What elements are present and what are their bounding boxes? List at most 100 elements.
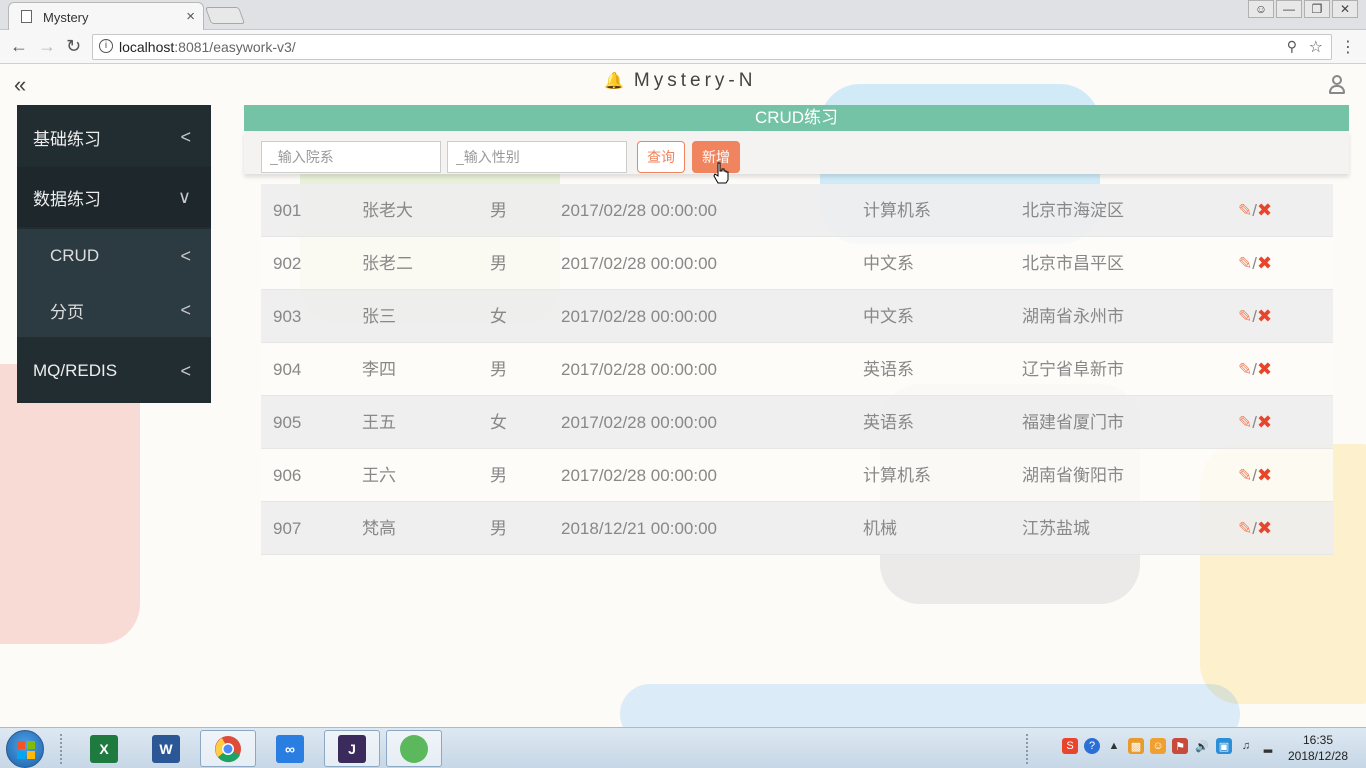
background-decoration — [0, 364, 140, 644]
taskbar-app-excel[interactable]: X — [76, 730, 132, 767]
edit-icon[interactable]: ✎ — [1238, 519, 1252, 538]
delete-icon[interactable]: ✖ — [1257, 306, 1272, 326]
edit-icon[interactable]: ✎ — [1238, 254, 1252, 273]
star-icon[interactable]: ☆ — [1309, 37, 1323, 57]
sidebar: 基础练习 < 数据练习 ∨ CRUD < 分页 < MQ/REDIS < — [17, 105, 211, 403]
cell-name: 张老二 — [362, 254, 413, 273]
edit-icon[interactable]: ✎ — [1238, 201, 1252, 220]
new-tab-button[interactable] — [204, 7, 246, 24]
help-icon[interactable]: ? — [1084, 738, 1100, 754]
excel-icon: X — [90, 734, 118, 763]
cell-sex: 女 — [490, 307, 507, 326]
delete-icon[interactable]: ✖ — [1257, 465, 1272, 485]
sidebar-item-basic-practice[interactable]: 基础练习 < — [17, 107, 211, 167]
sidebar-item-label: MQ/REDIS — [33, 361, 118, 380]
forward-icon[interactable]: → — [38, 36, 56, 57]
signal-icon[interactable]: ▂ — [1260, 738, 1276, 754]
brand-text: Mystery-N — [633, 70, 757, 91]
edit-icon[interactable]: ✎ — [1238, 307, 1252, 326]
cell-sex: 男 — [490, 360, 507, 379]
delete-icon[interactable]: ✖ — [1257, 518, 1272, 538]
cell-id: 904 — [273, 360, 302, 379]
tab-title: Mystery — [43, 10, 89, 25]
cell-name: 王五 — [362, 413, 396, 432]
sidebar-submenu: CRUD < 分页 < — [17, 229, 211, 337]
windows-logo-icon — [17, 741, 35, 759]
edit-icon[interactable]: ✎ — [1238, 466, 1252, 485]
url-text[interactable]: localhost:8081/easywork-v3/ — [119, 39, 296, 55]
sogou-input-icon[interactable]: S — [1062, 738, 1078, 754]
delete-icon[interactable]: ✖ — [1257, 359, 1272, 379]
cell-address: 福建省厦门市 — [1022, 413, 1124, 432]
cell-id: 902 — [273, 254, 302, 273]
network-warning-icon[interactable]: ⚑ — [1172, 738, 1188, 754]
sidebar-item-label: 分页 — [50, 302, 84, 322]
taskbar-app-green-ball[interactable] — [386, 730, 442, 767]
browser-tab[interactable]: Mystery × — [8, 2, 204, 30]
panel-title: CRUD练习 — [244, 105, 1349, 131]
browser-toolbar: ← → ↻ i localhost:8081/easywork-v3/ ⚲ ☆ … — [0, 30, 1366, 64]
cell-id: 901 — [273, 201, 302, 220]
edit-icon[interactable]: ✎ — [1238, 413, 1252, 432]
address-bar[interactable]: i localhost:8081/easywork-v3/ ⚲ ☆ — [92, 34, 1332, 60]
table-row: 907 梵高 男 2018/12/21 00:00:00 机械 江苏盐城 ✎/✖ — [261, 502, 1333, 555]
cell-name: 张三 — [362, 307, 396, 326]
back-icon[interactable]: ← — [10, 36, 28, 57]
edit-icon[interactable]: ✎ — [1238, 360, 1252, 379]
table-row: 901 张老大 男 2017/02/28 00:00:00 计算机系 北京市海淀… — [261, 184, 1333, 237]
cell-date: 2017/02/28 00:00:00 — [561, 466, 717, 485]
add-button[interactable]: 新增 — [692, 141, 740, 173]
taskbar-app-chrome[interactable] — [200, 730, 256, 767]
cell-id: 903 — [273, 307, 302, 326]
menu-icon[interactable]: ⋮ — [1340, 37, 1356, 57]
cell-department: 计算机系 — [863, 201, 931, 220]
sidebar-item-label: 基础练习 — [33, 129, 101, 149]
delete-icon[interactable]: ✖ — [1257, 200, 1272, 220]
query-button[interactable]: 查询 — [637, 141, 685, 173]
taskbar-app-java-ee-ide[interactable]: J — [324, 730, 380, 767]
cell-date: 2018/12/21 00:00:00 — [561, 519, 717, 538]
user-icon[interactable] — [1328, 75, 1346, 95]
tray-app-icon[interactable]: ☺ — [1150, 738, 1166, 754]
tab-close-icon[interactable]: × — [186, 8, 195, 25]
zoom-icon[interactable]: ⚲ — [1287, 38, 1297, 55]
reload-icon[interactable]: ↻ — [66, 36, 81, 57]
table-row: 902 张老二 男 2017/02/28 00:00:00 中文系 北京市昌平区… — [261, 237, 1333, 290]
taskbar: X W ∞ J S ? ▲ ▩ ☺ ⚑ 🔊 ▣ ♫ ▂ 16:35 2018/1… — [0, 727, 1366, 768]
cell-department: 计算机系 — [863, 466, 931, 485]
clock-date: 2018/12/28 — [1287, 749, 1349, 763]
info-icon[interactable]: i — [99, 39, 113, 53]
cell-sex: 男 — [490, 519, 507, 538]
tray-app-icon[interactable]: ▩ — [1128, 738, 1144, 754]
sidebar-collapse-button[interactable]: « — [14, 72, 26, 98]
tray-app-icon[interactable]: ▣ — [1216, 738, 1232, 754]
table-row: 906 王六 男 2017/02/28 00:00:00 计算机系 湖南省衡阳市… — [261, 449, 1333, 502]
sex-input[interactable] — [447, 141, 627, 173]
delete-icon[interactable]: ✖ — [1257, 253, 1272, 273]
cell-sex: 男 — [490, 254, 507, 273]
sidebar-item-crud[interactable]: CRUD < — [17, 229, 211, 283]
sidebar-item-pagination[interactable]: 分页 < — [17, 283, 211, 337]
row-actions: ✎/✖ — [1238, 290, 1272, 343]
taskbar-app-word[interactable]: W — [138, 730, 194, 767]
sidebar-item-data-practice[interactable]: 数据练习 ∨ — [17, 167, 211, 227]
cell-date: 2017/02/28 00:00:00 — [561, 360, 717, 379]
department-input[interactable] — [261, 141, 441, 173]
profile-icon[interactable]: ☺ — [1248, 0, 1274, 18]
minimize-icon[interactable]: — — [1276, 0, 1302, 18]
tray-expand-icon[interactable]: ▲ — [1106, 738, 1122, 754]
window-close-icon[interactable]: ✕ — [1332, 0, 1358, 18]
cell-sex: 男 — [490, 201, 507, 220]
taskbar-app-baidu-netdisk[interactable]: ∞ — [262, 730, 318, 767]
cell-address: 湖南省衡阳市 — [1022, 466, 1124, 485]
sidebar-item-mq-redis[interactable]: MQ/REDIS < — [17, 341, 211, 401]
restore-icon[interactable]: ❐ — [1304, 0, 1330, 18]
system-clock[interactable]: 16:35 2018/12/28 — [1280, 732, 1356, 764]
volume-icon[interactable]: 🔊 — [1194, 738, 1210, 754]
delete-icon[interactable]: ✖ — [1257, 412, 1272, 432]
start-button[interactable] — [6, 730, 44, 768]
speaker-icon[interactable]: ♫ — [1238, 738, 1254, 754]
browser-tab-bar: Mystery × ☺ — ❐ ✕ — [0, 0, 1366, 30]
taskbar-grip — [1026, 734, 1030, 764]
cell-name: 梵高 — [362, 519, 396, 538]
